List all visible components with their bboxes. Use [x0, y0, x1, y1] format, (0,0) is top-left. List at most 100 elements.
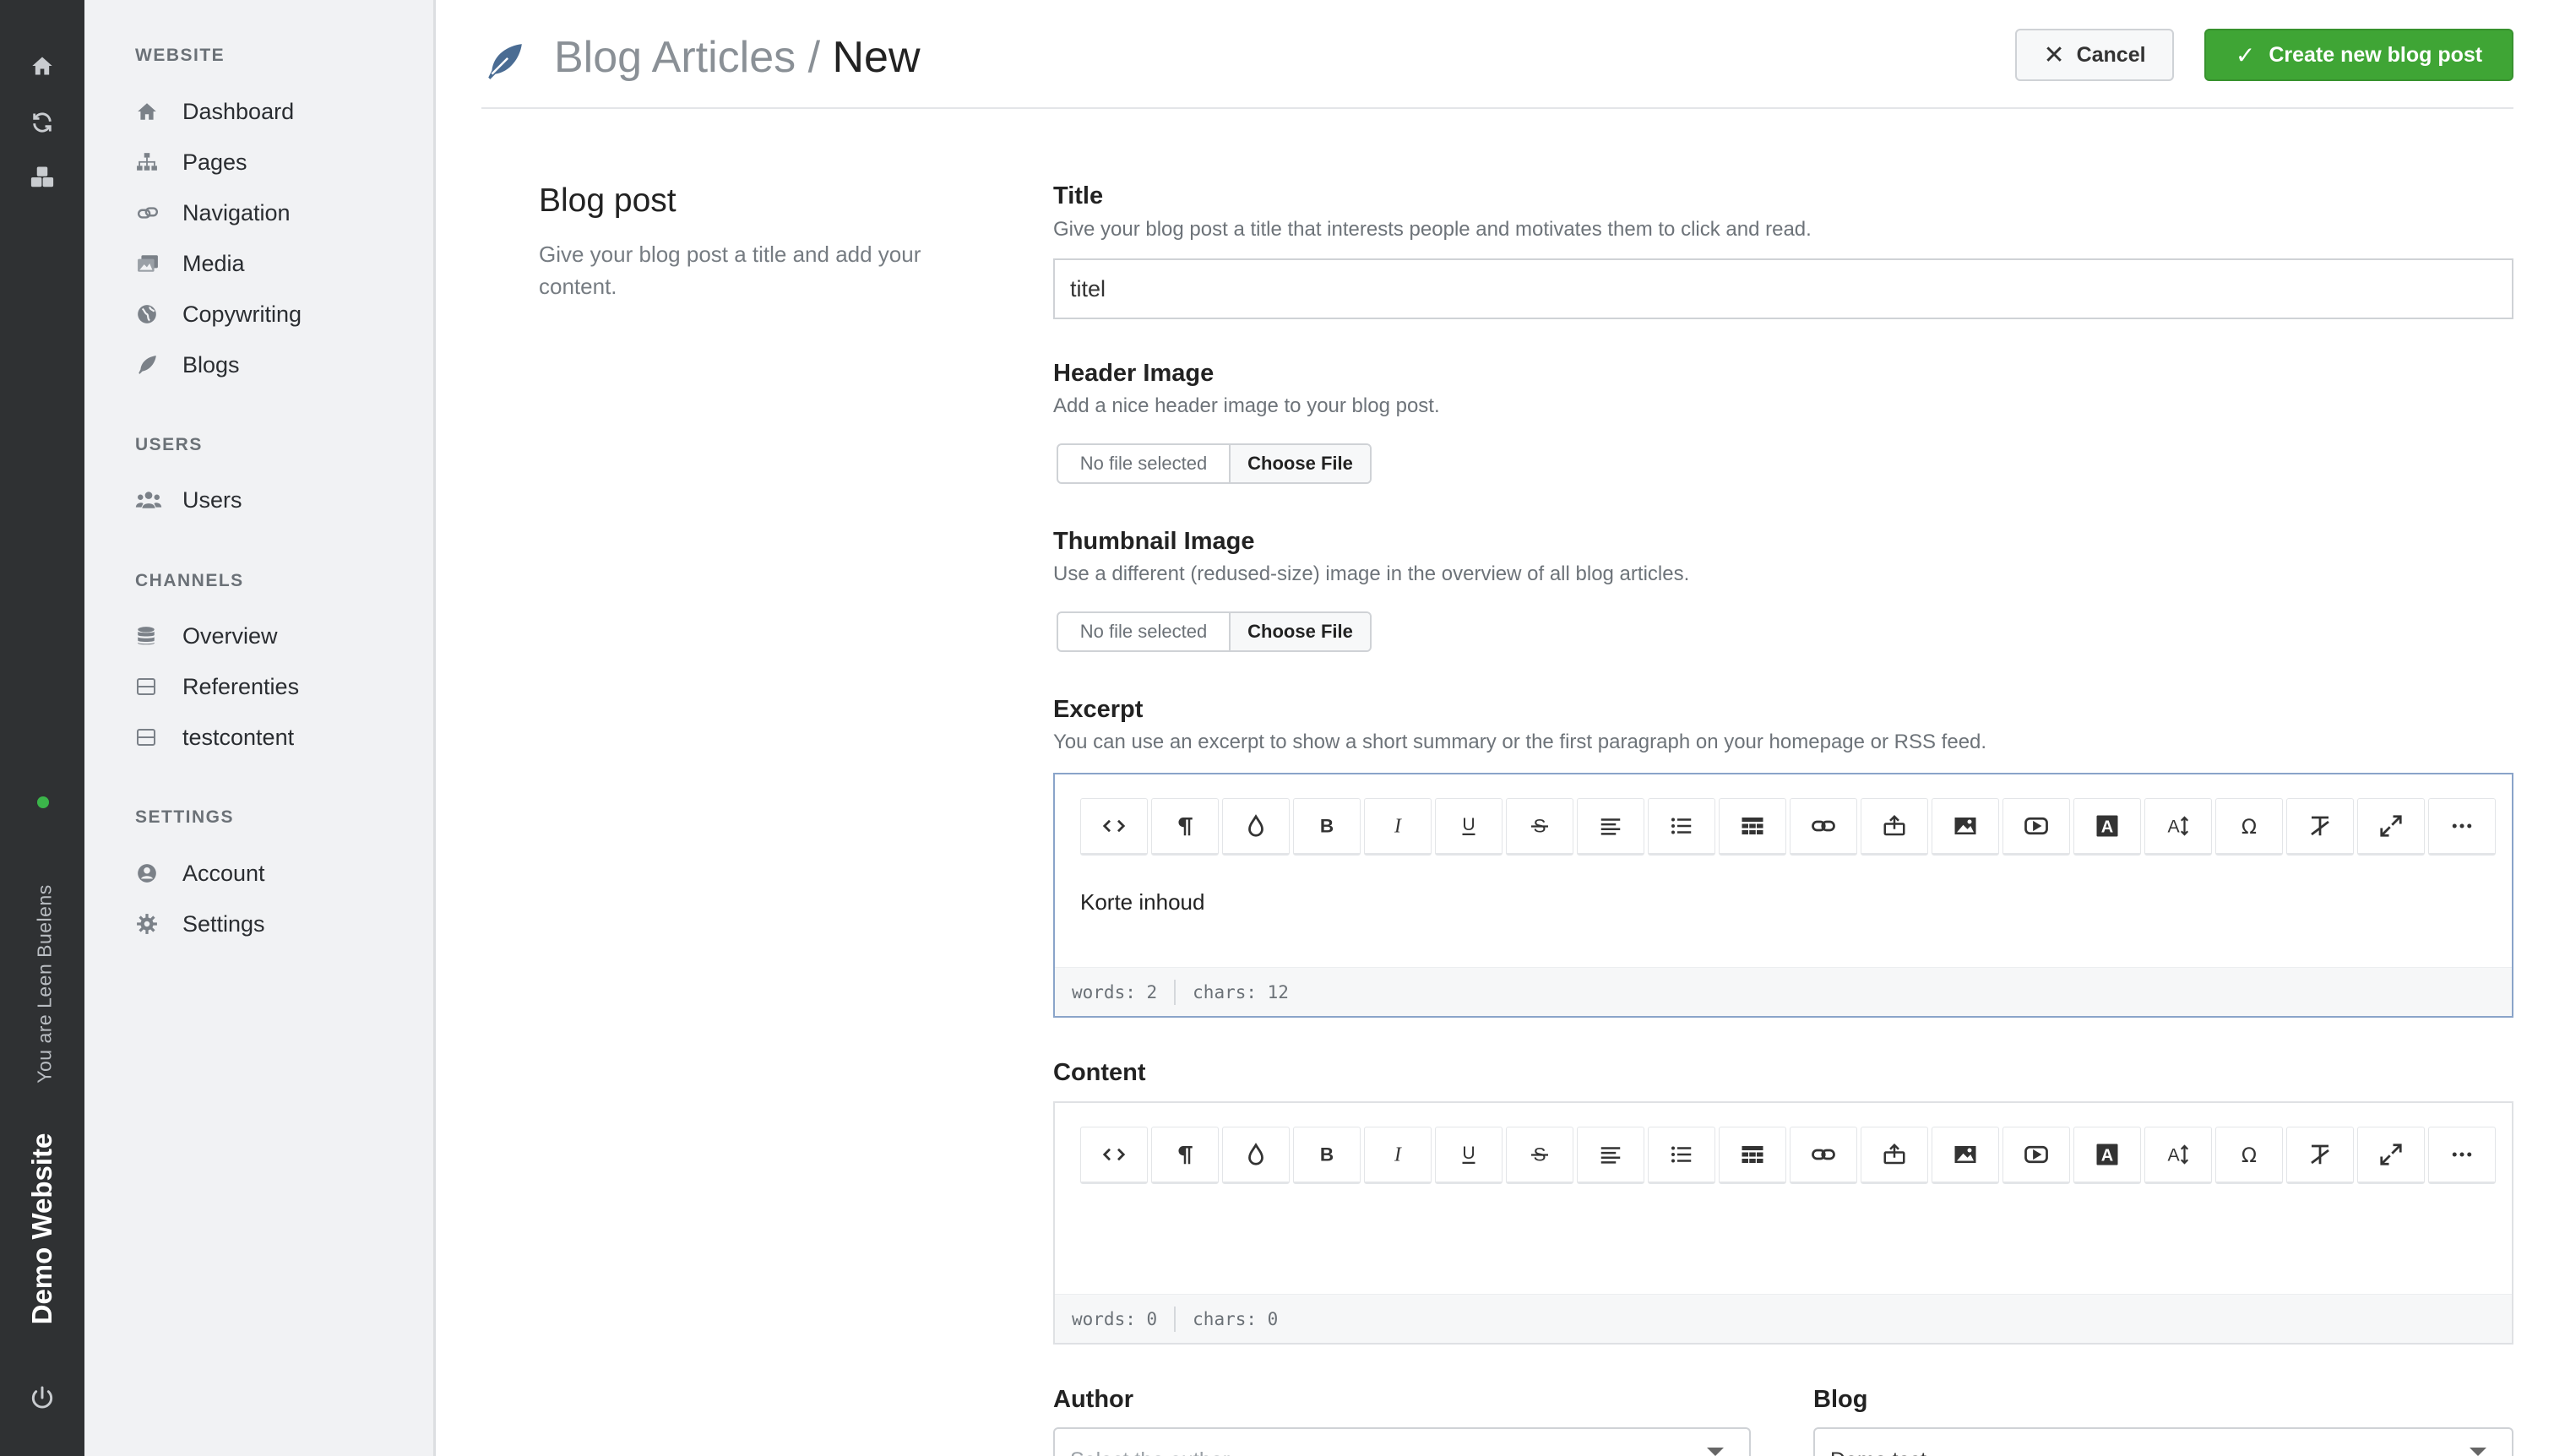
choose-file-button[interactable]: Choose File [1231, 613, 1370, 650]
upload-button[interactable] [1861, 1127, 1928, 1184]
font-color-button[interactable]: A [2073, 1127, 2141, 1184]
images-icon [135, 251, 164, 276]
underline-button[interactable]: U [1435, 1127, 1503, 1184]
underline-button[interactable]: U [1435, 798, 1503, 856]
content-editor[interactable]: B I U S A A Ω words: 0 chars: 0 [1053, 1101, 2513, 1345]
font-color-button[interactable]: A [2073, 798, 2141, 856]
color-drop-button[interactable] [1222, 798, 1290, 856]
font-size-icon: A [2165, 813, 2191, 839]
image-button[interactable] [1932, 1127, 1999, 1184]
bold-button[interactable]: B [1293, 798, 1361, 856]
table-icon [1740, 1142, 1765, 1167]
more-button[interactable] [2428, 798, 2496, 856]
strikethrough-icon: S [1527, 813, 1552, 839]
online-status-dot [37, 796, 49, 808]
strikethrough-button[interactable]: S [1506, 1127, 1573, 1184]
clear-format-button[interactable] [2286, 1127, 2354, 1184]
sidebar-item-referenties[interactable]: Referenties [135, 668, 299, 705]
table-button[interactable] [1719, 1127, 1786, 1184]
sidebar-item-account[interactable]: Account [135, 855, 265, 892]
sidebar-item-navigation[interactable]: Navigation [135, 194, 291, 231]
special-char-icon: Ω [2236, 813, 2262, 839]
bold-button[interactable]: B [1293, 1127, 1361, 1184]
sidebar-item-overview[interactable]: Overview [135, 617, 278, 655]
clear-format-button[interactable] [2286, 798, 2354, 856]
color-drop-button[interactable] [1222, 1127, 1290, 1184]
home-icon [135, 99, 164, 124]
cancel-button[interactable]: ✕ Cancel [2015, 29, 2174, 81]
sidebar-item-pages[interactable]: Pages [135, 144, 247, 181]
align-icon [1598, 1142, 1623, 1167]
thumbnail-image-label: Thumbnail Image [1053, 528, 1255, 555]
bold-icon: B [1314, 1142, 1339, 1167]
thumbnail-image-file-input[interactable]: No file selected Choose File [1057, 611, 1372, 652]
sidebar-item-label: Users [182, 486, 242, 513]
sidebar-item-testcontent[interactable]: testcontent [135, 719, 294, 756]
header-image-help: Add a nice header image to your blog pos… [1053, 394, 1440, 417]
paragraph-button[interactable] [1151, 1127, 1219, 1184]
paragraph-button[interactable] [1151, 798, 1219, 856]
header-image-file-input[interactable]: No file selected Choose File [1057, 443, 1372, 484]
word-count: words: 0 [1072, 1308, 1158, 1329]
user-circle-icon [135, 861, 164, 886]
code-view-icon [1101, 1142, 1127, 1167]
create-blog-post-button[interactable]: ✓ Create new blog post [2204, 29, 2513, 81]
blog-select[interactable]: Demo test [1813, 1427, 2513, 1456]
header-divider [481, 107, 2513, 109]
choose-file-button[interactable]: Choose File [1231, 445, 1370, 482]
sync-icon[interactable] [25, 106, 59, 139]
sidebar-item-dashboard[interactable]: Dashboard [135, 93, 294, 130]
underline-icon: U [1456, 813, 1481, 839]
breadcrumb-parent[interactable]: Blog Articles / [554, 33, 820, 82]
unordered-list-button[interactable] [1648, 1127, 1715, 1184]
excerpt-editor[interactable]: B I U S A A Ω Korte inhoud words: 2 chars: 12 [1053, 773, 2513, 1018]
code-view-button[interactable] [1080, 798, 1148, 856]
create-button-label: Create new blog post [2269, 42, 2483, 67]
unordered-list-icon [1669, 813, 1694, 839]
image-icon [1953, 813, 1978, 839]
author-select[interactable]: Select the author [1053, 1427, 1751, 1456]
sidebar-item-users[interactable]: Users [135, 481, 242, 519]
sidebar-item-copywriting[interactable]: Copywriting [135, 296, 302, 333]
sidebar-item-media[interactable]: Media [135, 245, 245, 282]
unordered-list-button[interactable] [1648, 798, 1715, 856]
fullscreen-button[interactable] [2357, 1127, 2425, 1184]
video-button[interactable] [2002, 798, 2070, 856]
excerpt-editor-text[interactable]: Korte inhoud [1080, 889, 1204, 915]
svg-text:U: U [1462, 1143, 1475, 1163]
special-char-icon: Ω [2236, 1142, 2262, 1167]
video-button[interactable] [2002, 1127, 2070, 1184]
gear-icon [135, 911, 164, 937]
home-icon[interactable] [25, 49, 59, 83]
svg-text:B: B [1320, 1144, 1334, 1165]
sidebar-item-label: Dashboard [182, 98, 295, 124]
code-view-button[interactable] [1080, 1127, 1148, 1184]
title-input[interactable]: titel [1053, 258, 2513, 319]
more-button[interactable] [2428, 1127, 2496, 1184]
cubes-icon[interactable] [25, 160, 59, 194]
sidebar-item-settings[interactable]: Settings [135, 905, 265, 943]
sidebar-item-label: Referenties [182, 673, 300, 699]
font-size-button[interactable]: A [2144, 1127, 2212, 1184]
image-button[interactable] [1932, 798, 1999, 856]
align-button[interactable] [1577, 798, 1644, 856]
fullscreen-button[interactable] [2357, 798, 2425, 856]
clear-format-icon [2307, 813, 2333, 839]
link-button[interactable] [1790, 798, 1857, 856]
close-icon: ✕ [2043, 41, 2065, 69]
italic-button[interactable]: I [1364, 1127, 1432, 1184]
site-name[interactable]: Demo Website [26, 1133, 58, 1325]
font-size-button[interactable]: A [2144, 798, 2212, 856]
strikethrough-button[interactable]: S [1506, 798, 1573, 856]
upload-button[interactable] [1861, 798, 1928, 856]
sidebar-item-blogs[interactable]: Blogs [135, 346, 240, 383]
special-char-button[interactable]: Ω [2215, 1127, 2283, 1184]
table-button[interactable] [1719, 798, 1786, 856]
power-icon[interactable] [25, 1381, 59, 1415]
align-button[interactable] [1577, 1127, 1644, 1184]
italic-button[interactable]: I [1364, 798, 1432, 856]
fullscreen-icon [2378, 1142, 2404, 1167]
sidebar-section-settings: SETTINGS [135, 807, 235, 827]
special-char-button[interactable]: Ω [2215, 798, 2283, 856]
link-button[interactable] [1790, 1127, 1857, 1184]
